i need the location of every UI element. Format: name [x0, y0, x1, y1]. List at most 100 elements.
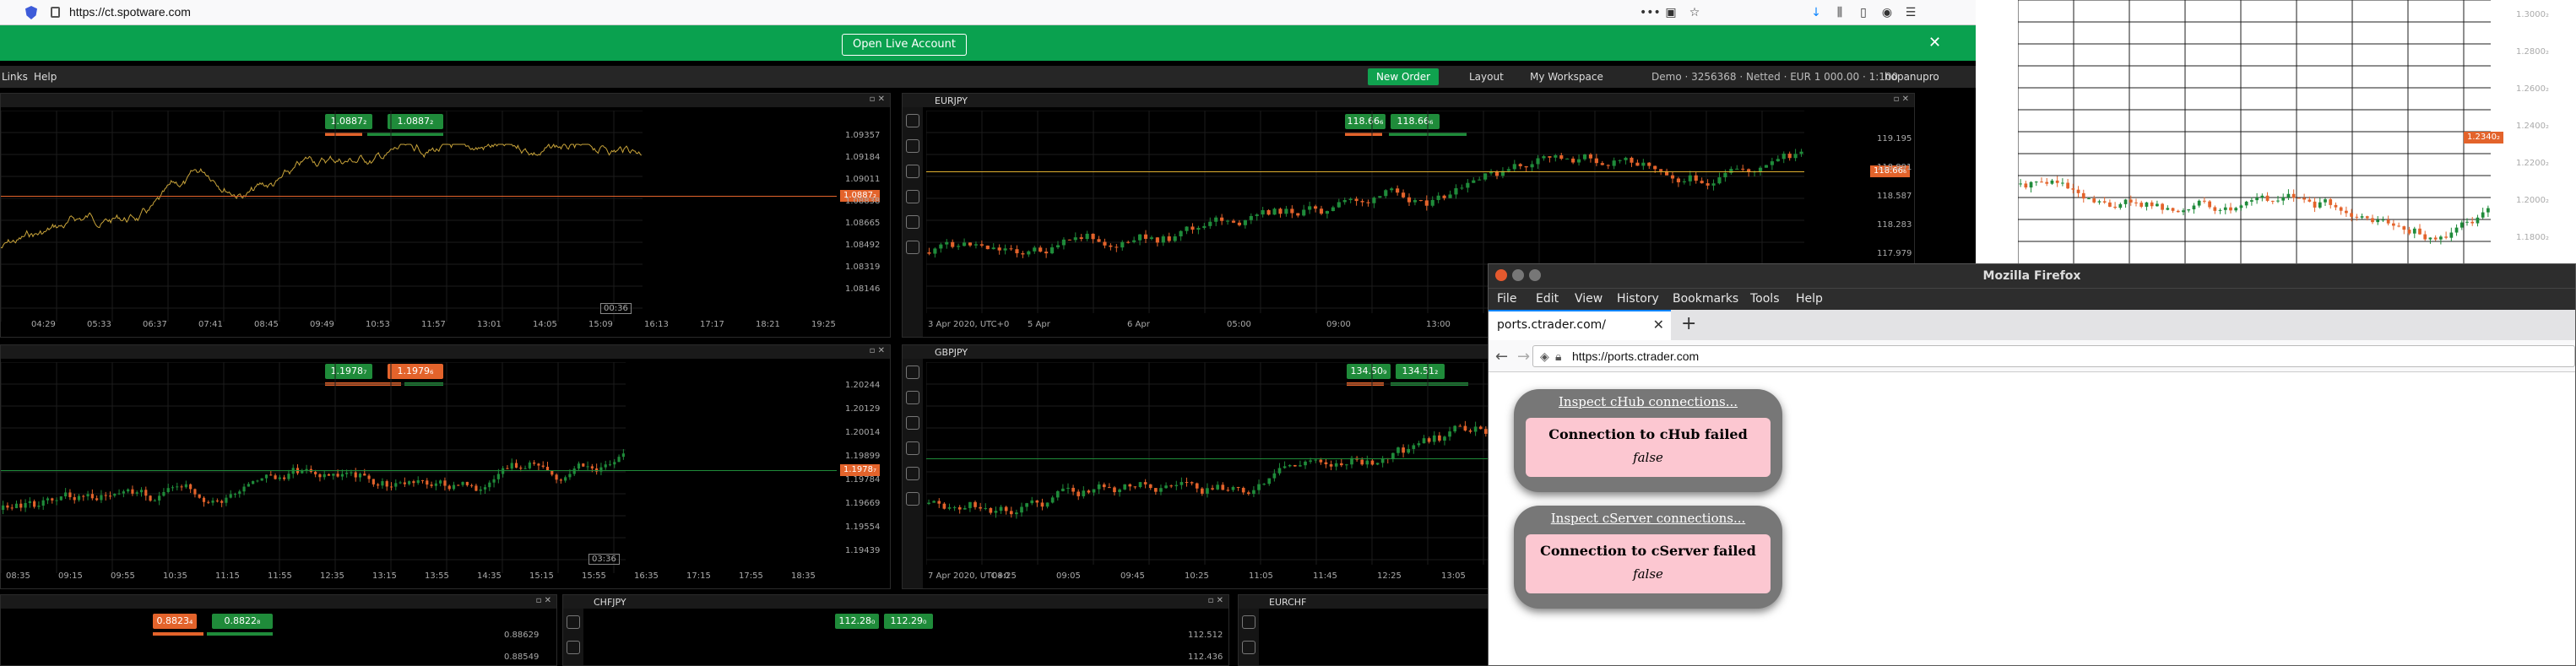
search-icon[interactable] [1242, 615, 1255, 629]
account-selector[interactable]: Demo · 3256368 · Netted · EUR 1 000.00 ·… [1651, 71, 1898, 83]
symbol-label[interactable]: GBPJPY [935, 347, 968, 358]
shield-icon[interactable]: ◈ [1540, 349, 1549, 364]
chart-gbpusd[interactable]: ▫ ✕ 1.1978₇ 1.1979₆ 1.1978₇ 1.20244 1.201… [0, 344, 891, 589]
candle [144, 490, 148, 496]
sell-quote[interactable]: 112.28₀ [835, 614, 879, 629]
window-controls[interactable]: ▫ ✕ [870, 95, 885, 104]
menu-view[interactable]: View [1575, 292, 1603, 306]
layout-dropdown[interactable]: Layout [1469, 71, 1504, 83]
zoom-icon[interactable] [1242, 641, 1255, 654]
buy-volume-bar [207, 632, 273, 636]
bookmark-star-icon[interactable]: ☆ [1687, 5, 1702, 20]
y-tick: 112.512 [1188, 631, 1223, 640]
search-icon[interactable] [906, 114, 919, 127]
candle [937, 501, 941, 504]
y-tick: 118.283 [1877, 220, 1912, 230]
more-icon[interactable] [906, 241, 919, 254]
chart-eurusd[interactable]: ▫ ✕ 1.0887₂ 1.0887₂ 1.0887₂ 1.09357 1.091… [0, 93, 891, 338]
candle [1472, 180, 1476, 183]
chart-gbpjpy[interactable]: GBPJPY 134.50₉ 134.51₂ 7 Apr 2020, UTC+0… [902, 344, 1493, 589]
candle [394, 483, 398, 487]
close-tab-icon[interactable]: ✕ [1653, 317, 1664, 333]
search-icon[interactable] [906, 365, 919, 379]
zoom-icon[interactable] [906, 391, 919, 404]
inspect-cserver-link[interactable]: Inspect cServer connections... [1514, 511, 1782, 526]
candle [2270, 200, 2275, 202]
candle [1375, 463, 1380, 465]
candle [2187, 208, 2191, 211]
tab-ports[interactable]: ports.ctrader.com/ ✕ [1489, 310, 1671, 340]
workspace-dropdown[interactable]: My Workspace [1530, 71, 1603, 83]
open-live-account-button[interactable]: Open Live Account [842, 34, 967, 56]
indicators-icon[interactable] [906, 416, 919, 430]
close-icon[interactable]: ✕ [1928, 34, 1941, 51]
search-icon[interactable] [567, 615, 580, 629]
menu-edit[interactable]: Edit [1536, 292, 1559, 306]
user-menu[interactable]: hopanupro [1885, 71, 1939, 83]
window-controls[interactable]: ▫ ✕ [870, 346, 885, 355]
pocket-icon[interactable]: ▣ [1663, 5, 1678, 20]
help-menu[interactable]: Help [34, 71, 57, 83]
new-order-button[interactable]: New Order [1368, 68, 1439, 85]
address-bar[interactable]: ◈ 🔒︎ https://ports.ctrader.com [1532, 345, 2575, 367]
indicators-icon[interactable] [906, 165, 919, 178]
candle [1231, 220, 1236, 223]
candle [1267, 478, 1272, 485]
drawing-icon[interactable] [906, 441, 919, 455]
menu-help[interactable]: Help [1796, 292, 1823, 306]
candle [2229, 207, 2232, 211]
tracking-shield-icon[interactable] [25, 6, 37, 19]
zoom-icon[interactable] [567, 641, 580, 654]
page-actions-icon[interactable]: ••• [1640, 5, 1661, 20]
forward-icon[interactable]: → [1517, 348, 1530, 365]
menu-bookmarks[interactable]: Bookmarks [1673, 292, 1738, 306]
candle [2392, 223, 2395, 226]
candle [2145, 202, 2149, 207]
drawing-icon[interactable] [906, 190, 919, 203]
candle [1478, 179, 1482, 181]
buy-quote[interactable]: 112.29₀ [884, 614, 933, 629]
sell-quote[interactable]: 0.8823₄ [153, 614, 197, 629]
menu-icon[interactable]: ☰ [1903, 5, 1918, 20]
x-tick: 14:35 [477, 571, 502, 581]
symbol-label[interactable]: EURJPY [935, 95, 968, 106]
window-controls[interactable]: ▫ ✕ [1208, 596, 1223, 605]
chart-chfjpy[interactable]: CHFJPY ▫ ✕ 112.28₀ 112.29₀ 112.512 112.4… [562, 594, 1229, 666]
candle [1272, 208, 1277, 215]
inspect-chub-link[interactable]: Inspect cHub connections... [1514, 394, 1782, 409]
settings-icon[interactable] [906, 467, 919, 480]
symbol-label[interactable]: CHFJPY [594, 597, 626, 608]
candle [242, 486, 246, 492]
y-tick: 1.1800₂ [2516, 233, 2549, 242]
window-controls[interactable]: ▫ ✕ [536, 596, 551, 605]
candle [1612, 160, 1616, 166]
links-menu[interactable]: Links [2, 71, 28, 83]
zoom-icon[interactable] [906, 139, 919, 153]
menu-tools[interactable]: Tools [1750, 292, 1780, 306]
library-icon[interactable]: ⫼ [1832, 5, 1847, 20]
account-icon[interactable]: ◉ [1879, 5, 1895, 20]
settings-icon[interactable] [906, 215, 919, 229]
window-controls[interactable]: ▫ ✕ [1894, 95, 1909, 104]
candle [1155, 237, 1159, 243]
price-badge: 1.1978₇ [840, 464, 880, 476]
chart-eurchf[interactable]: EURCHF [1238, 594, 1491, 666]
menu-file[interactable]: File [1497, 292, 1516, 306]
symbol-label[interactable]: EURCHF [1269, 597, 1306, 608]
more-icon[interactable] [906, 492, 919, 506]
candle [2324, 199, 2327, 203]
buy-quote[interactable]: 0.8822₈ [212, 614, 273, 629]
candle [2418, 228, 2421, 235]
background-chart-window[interactable]: 1.2340₂ 1.3000₂ 1.2800₂ 1.2600₂ 1.2400₂ 1.22… [1976, 0, 2576, 263]
back-icon[interactable]: ← [1495, 348, 1508, 365]
candle [1741, 168, 1745, 170]
downloads-icon[interactable]: ↓ [1809, 5, 1824, 20]
candle [363, 474, 366, 476]
sidebar-icon[interactable]: ▯ [1856, 5, 1871, 20]
menu-history[interactable]: History [1617, 292, 1659, 306]
candle [28, 501, 31, 503]
candle [559, 479, 562, 481]
chart-bottom-left[interactable]: ▫ ✕ 0.8823₄ 0.8822₈ 0.88629 0.88549 [0, 594, 557, 666]
new-tab-icon[interactable]: + [1681, 313, 1696, 334]
address-bar[interactable]: https://ct.spotware.com [69, 5, 191, 19]
